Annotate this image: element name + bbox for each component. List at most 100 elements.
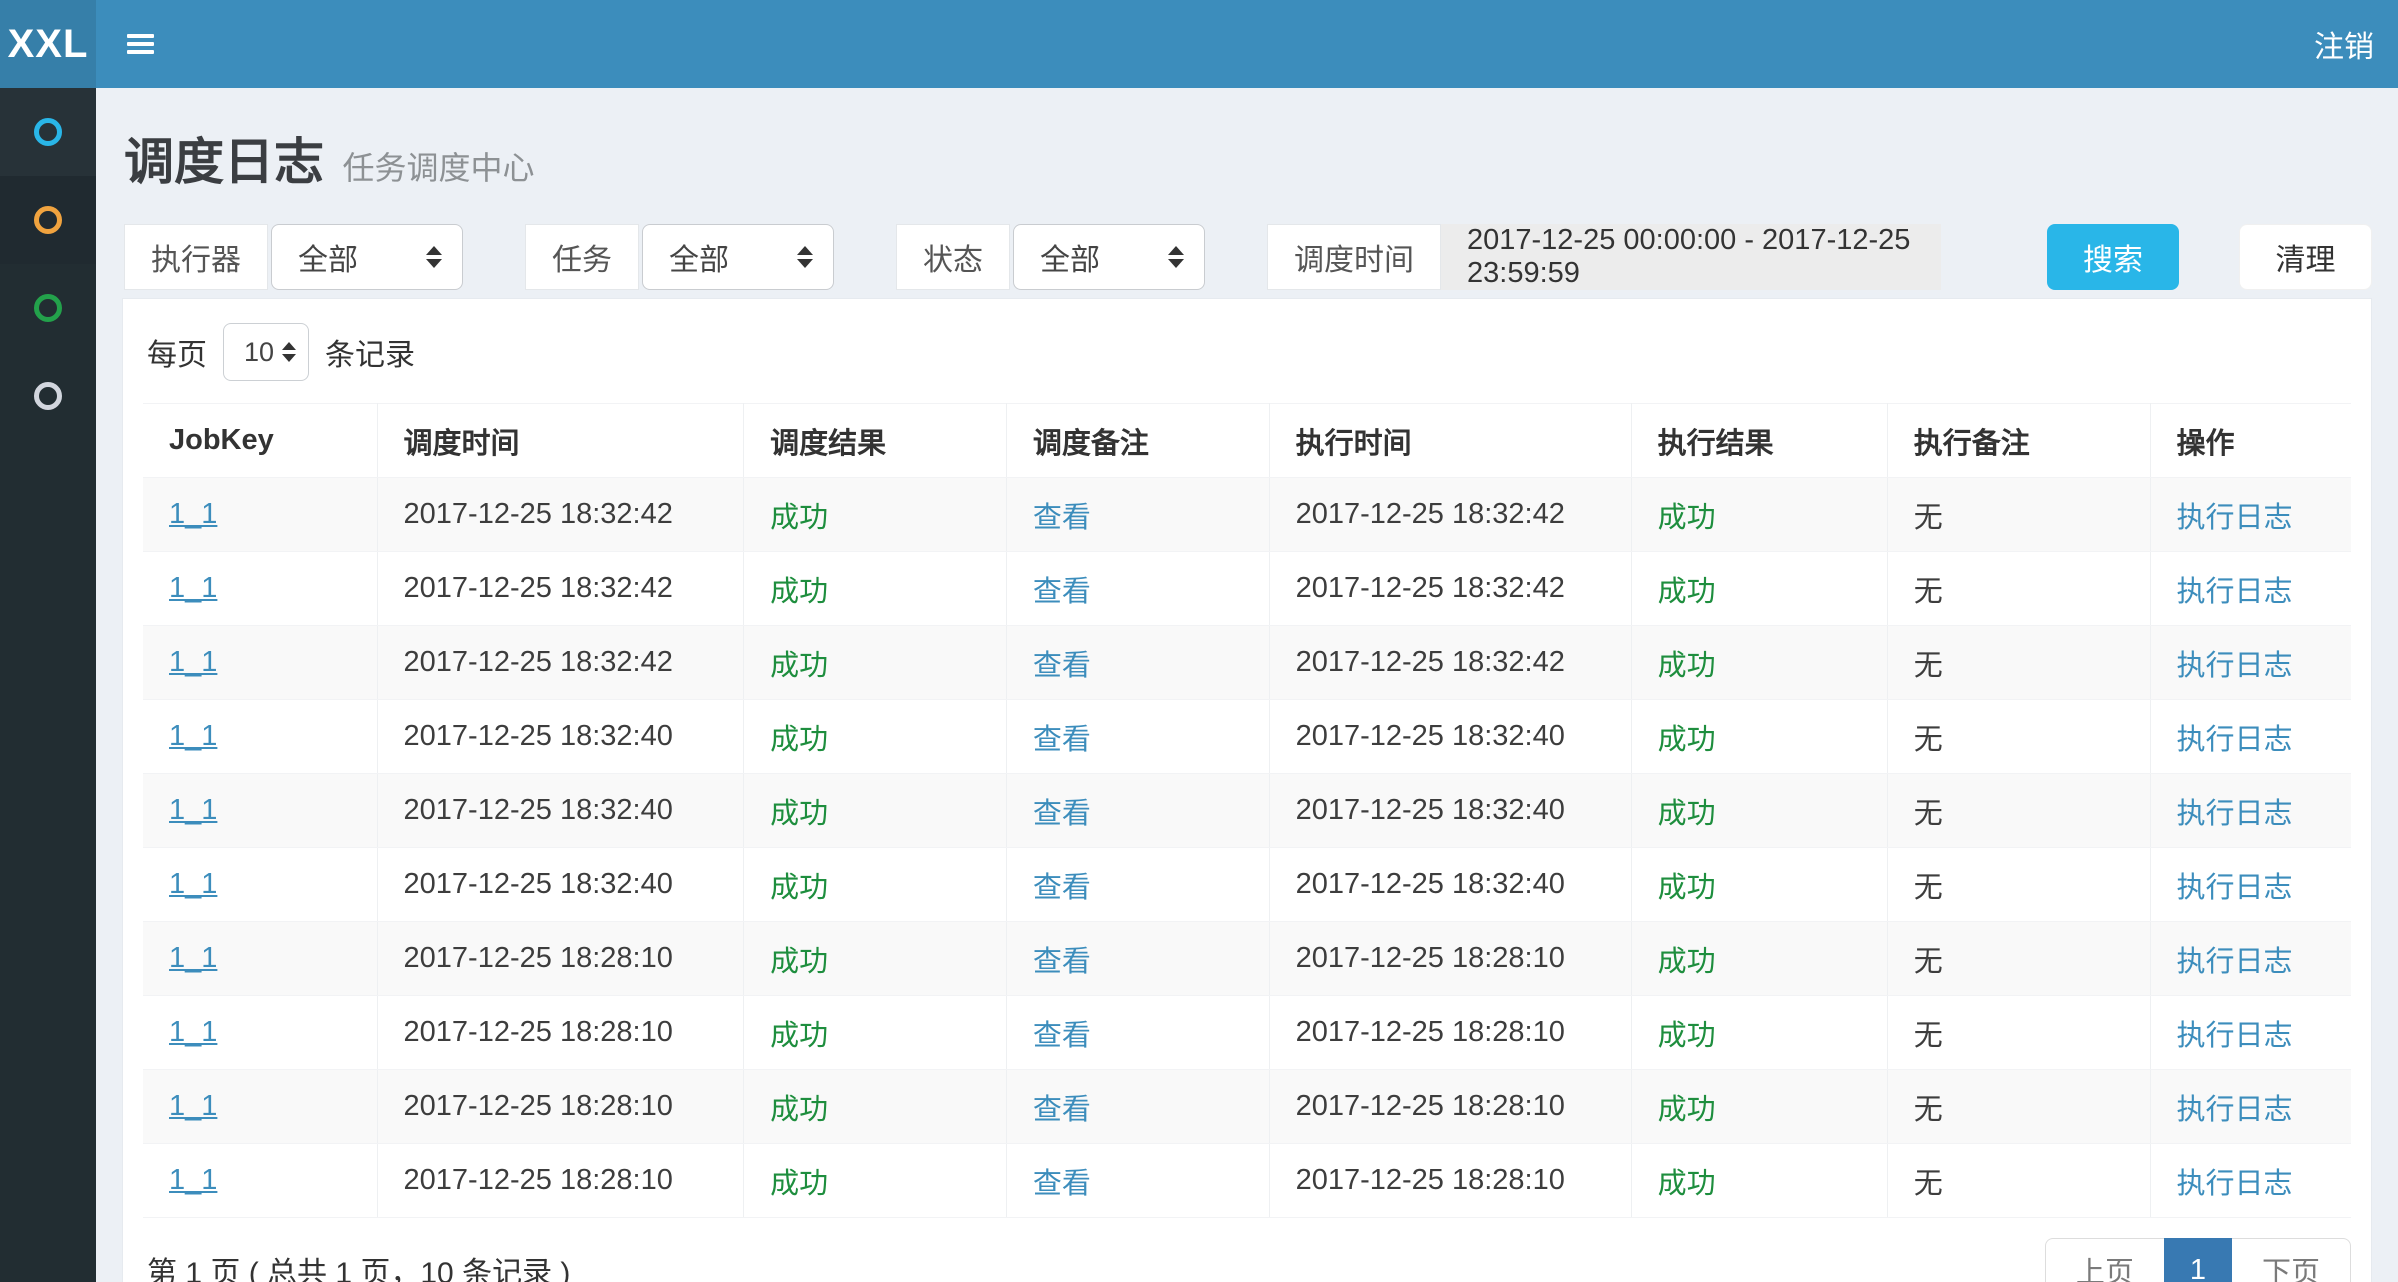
handle-result-text: 成功 [1658, 502, 1716, 534]
trigger-time-cell: 2017-12-25 18:32:40 [377, 774, 744, 848]
trigger-msg-link[interactable]: 查看 [1033, 576, 1091, 608]
job-filter-group: 任务 全部 [525, 224, 834, 290]
page-size-select[interactable]: 10 [223, 323, 309, 381]
circle-icon [34, 118, 62, 146]
exec-log-link[interactable]: 执行日志 [2177, 946, 2293, 978]
jobkey-link[interactable]: 1_1 [169, 868, 217, 900]
exec-log-link[interactable]: 执行日志 [2177, 1020, 2293, 1052]
sidebar-item-1[interactable] [0, 88, 96, 176]
col-trigger-result: 调度结果 [744, 404, 1007, 478]
page-size-suffix: 条记录 [325, 330, 415, 374]
table-row: 1_1 2017-12-25 18:32:40 成功 查看 2017-12-25… [143, 700, 2351, 774]
exec-log-link[interactable]: 执行日志 [2177, 1094, 2293, 1126]
table-row: 1_1 2017-12-25 18:32:42 成功 查看 2017-12-25… [143, 478, 2351, 552]
handle-msg-cell: 无 [1887, 1070, 2150, 1144]
filter-actions: 搜索 清理 [2047, 224, 2372, 290]
handle-time-cell: 2017-12-25 18:32:40 [1269, 774, 1631, 848]
job-filter-label: 任务 [525, 224, 639, 290]
jobkey-link[interactable]: 1_1 [169, 646, 217, 678]
trigger-time-cell: 2017-12-25 18:32:42 [377, 626, 744, 700]
handle-msg-cell: 无 [1887, 996, 2150, 1070]
exec-log-link[interactable]: 执行日志 [2177, 650, 2293, 682]
jobkey-link[interactable]: 1_1 [169, 1090, 217, 1122]
page-header: 调度日志 任务调度中心 [124, 122, 2372, 194]
handle-result-text: 成功 [1658, 576, 1716, 608]
trigger-time-cell: 2017-12-25 18:32:40 [377, 700, 744, 774]
select-caret-icon [426, 246, 442, 268]
trigger-msg-link[interactable]: 查看 [1033, 1094, 1091, 1126]
sidebar-toggle-icon[interactable] [123, 28, 158, 60]
circle-icon [34, 382, 62, 410]
page-size-row: 每页 10 条记录 [147, 323, 2351, 381]
job-select[interactable]: 全部 [642, 224, 834, 290]
jobkey-link[interactable]: 1_1 [169, 572, 217, 604]
col-trigger-time: 调度时间 [377, 404, 744, 478]
prev-page-button[interactable]: 上页 [2045, 1238, 2164, 1282]
jobkey-link[interactable]: 1_1 [169, 1164, 217, 1196]
col-jobkey: JobKey [143, 404, 377, 478]
page-title: 调度日志 [124, 134, 324, 190]
status-select-value: 全部 [1040, 235, 1100, 279]
trigger-result-text: 成功 [770, 650, 828, 682]
table-header-row: JobKey 调度时间 调度结果 调度备注 执行时间 执行结果 执行备注 操作 [143, 404, 2351, 478]
trigger-time-cell: 2017-12-25 18:32:42 [377, 478, 744, 552]
status-select[interactable]: 全部 [1013, 224, 1205, 290]
col-handle-msg: 执行备注 [1887, 404, 2150, 478]
exec-log-link[interactable]: 执行日志 [2177, 1168, 2293, 1200]
pagination: 上页 1 下页 [2045, 1238, 2351, 1282]
exec-log-link[interactable]: 执行日志 [2177, 576, 2293, 608]
sidebar-item-4[interactable] [0, 352, 96, 440]
jobkey-link[interactable]: 1_1 [169, 794, 217, 826]
trigger-result-text: 成功 [770, 576, 828, 608]
exec-log-link[interactable]: 执行日志 [2177, 724, 2293, 756]
handle-time-cell: 2017-12-25 18:32:40 [1269, 848, 1631, 922]
status-filter-group: 状态 全部 [896, 224, 1205, 290]
handle-msg-cell: 无 [1887, 626, 2150, 700]
page-subtitle: 任务调度中心 [342, 150, 534, 186]
search-button[interactable]: 搜索 [2047, 224, 2179, 290]
current-page-button[interactable]: 1 [2164, 1238, 2232, 1282]
trigger-result-text: 成功 [770, 946, 828, 978]
table-row: 1_1 2017-12-25 18:32:40 成功 查看 2017-12-25… [143, 848, 2351, 922]
table-row: 1_1 2017-12-25 18:28:10 成功 查看 2017-12-25… [143, 1070, 2351, 1144]
trigger-time-cell: 2017-12-25 18:28:10 [377, 1144, 744, 1218]
time-filter-group: 调度时间 2017-12-25 00:00:00 - 2017-12-25 23… [1267, 224, 1941, 290]
time-filter-label: 调度时间 [1267, 224, 1441, 290]
handle-time-cell: 2017-12-25 18:28:10 [1269, 996, 1631, 1070]
trigger-msg-link[interactable]: 查看 [1033, 798, 1091, 830]
trigger-time-cell: 2017-12-25 18:28:10 [377, 922, 744, 996]
jobkey-link[interactable]: 1_1 [169, 942, 217, 974]
trigger-msg-link[interactable]: 查看 [1033, 1020, 1091, 1052]
trigger-time-cell: 2017-12-25 18:28:10 [377, 1070, 744, 1144]
handle-msg-cell: 无 [1887, 552, 2150, 626]
sidebar-item-2[interactable] [0, 176, 96, 264]
trigger-time-cell: 2017-12-25 18:32:40 [377, 848, 744, 922]
app-logo[interactable]: XXL [0, 0, 96, 88]
time-range-input[interactable]: 2017-12-25 00:00:00 - 2017-12-25 23:59:5… [1441, 224, 1941, 290]
layout: 调度日志 任务调度中心 执行器 全部 任务 全部 状态 [0, 88, 2398, 1282]
handle-msg-cell: 无 [1887, 1144, 2150, 1218]
handle-msg-cell: 无 [1887, 478, 2150, 552]
sidebar-item-3[interactable] [0, 264, 96, 352]
circle-icon [34, 206, 62, 234]
trigger-msg-link[interactable]: 查看 [1033, 724, 1091, 756]
select-caret-icon [1168, 246, 1184, 268]
trigger-msg-link[interactable]: 查看 [1033, 502, 1091, 534]
table-row: 1_1 2017-12-25 18:32:42 成功 查看 2017-12-25… [143, 552, 2351, 626]
exec-log-link[interactable]: 执行日志 [2177, 502, 2293, 534]
jobkey-link[interactable]: 1_1 [169, 720, 217, 752]
exec-log-link[interactable]: 执行日志 [2177, 798, 2293, 830]
jobkey-link[interactable]: 1_1 [169, 1016, 217, 1048]
handle-msg-cell: 无 [1887, 922, 2150, 996]
trigger-msg-link[interactable]: 查看 [1033, 1168, 1091, 1200]
logout-link[interactable]: 注销 [2314, 22, 2374, 66]
clear-button[interactable]: 清理 [2239, 224, 2372, 290]
trigger-msg-link[interactable]: 查看 [1033, 872, 1091, 904]
exec-log-link[interactable]: 执行日志 [2177, 872, 2293, 904]
jobkey-link[interactable]: 1_1 [169, 498, 217, 530]
table-row: 1_1 2017-12-25 18:28:10 成功 查看 2017-12-25… [143, 996, 2351, 1070]
trigger-msg-link[interactable]: 查看 [1033, 650, 1091, 682]
next-page-button[interactable]: 下页 [2232, 1238, 2351, 1282]
trigger-msg-link[interactable]: 查看 [1033, 946, 1091, 978]
executor-select[interactable]: 全部 [271, 224, 463, 290]
